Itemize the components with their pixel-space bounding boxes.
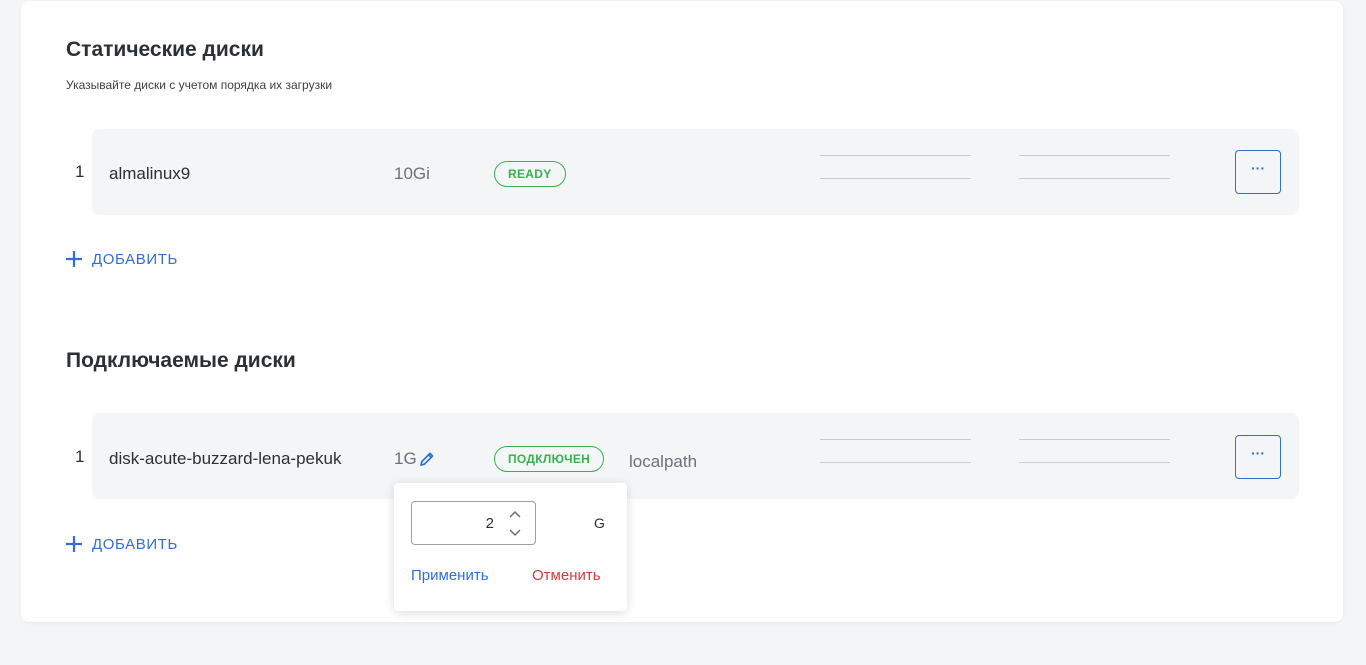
size-stepper[interactable] (411, 501, 536, 545)
disks-card: Статические диски Указывайте диски с уче… (21, 1, 1343, 622)
resize-disk-popover: G Применить Отменить (394, 483, 627, 611)
static-disks-title: Статические диски (66, 38, 264, 61)
skeleton-line (820, 178, 971, 179)
size-input[interactable] (412, 502, 494, 544)
static-disk-row: almalinux9 10Gi READY ··· (92, 129, 1299, 215)
attached-disk-name: disk-acute-buzzard-lena-pekuk (109, 449, 342, 468)
ellipsis-icon: ··· (1251, 160, 1265, 176)
attached-disk-row: disk-acute-buzzard-lena-pekuk 1G ПОДКЛЮЧ… (92, 413, 1299, 499)
skeleton-line (820, 462, 971, 463)
static-disk-index: 1 (75, 162, 85, 181)
attached-disk-index: 1 (75, 447, 85, 466)
plus-icon (66, 536, 82, 552)
chevron-up-icon[interactable] (506, 506, 524, 522)
static-disks-subtitle: Указывайте диски с учетом порядка их заг… (66, 78, 333, 92)
skeleton-line (820, 155, 971, 156)
add-attached-disk-label: ДОБАВИТЬ (92, 535, 178, 553)
skeleton-line (1019, 155, 1170, 156)
static-disk-more-button[interactable]: ··· (1235, 150, 1281, 194)
static-disk-size: 10Gi (394, 164, 430, 183)
plus-icon (66, 251, 82, 267)
add-attached-disk-button[interactable]: ДОБАВИТЬ (64, 534, 178, 554)
status-badge-connected: ПОДКЛЮЧЕН (494, 446, 605, 472)
attached-disks-title: Подключаемые диски (66, 349, 296, 372)
chevron-down-icon[interactable] (506, 525, 524, 541)
cancel-button[interactable]: Отменить (532, 567, 601, 584)
attached-disk-storage: localpath (629, 452, 698, 471)
add-static-disk-button[interactable]: ДОБАВИТЬ (64, 249, 178, 269)
size-unit: G (594, 515, 605, 531)
add-static-disk-label: ДОБАВИТЬ (92, 250, 178, 268)
attached-disk-more-button[interactable]: ··· (1235, 435, 1281, 479)
apply-button[interactable]: Применить (411, 567, 489, 584)
status-badge-ready: READY (494, 161, 566, 187)
static-disk-name: almalinux9 (109, 164, 191, 183)
skeleton-line (1019, 178, 1170, 179)
skeleton-line (1019, 462, 1170, 463)
ellipsis-icon: ··· (1251, 445, 1265, 461)
attached-disk-size: 1G (394, 449, 417, 468)
skeleton-line (820, 439, 971, 440)
skeleton-line (1019, 439, 1170, 440)
pencil-icon[interactable] (418, 450, 436, 468)
